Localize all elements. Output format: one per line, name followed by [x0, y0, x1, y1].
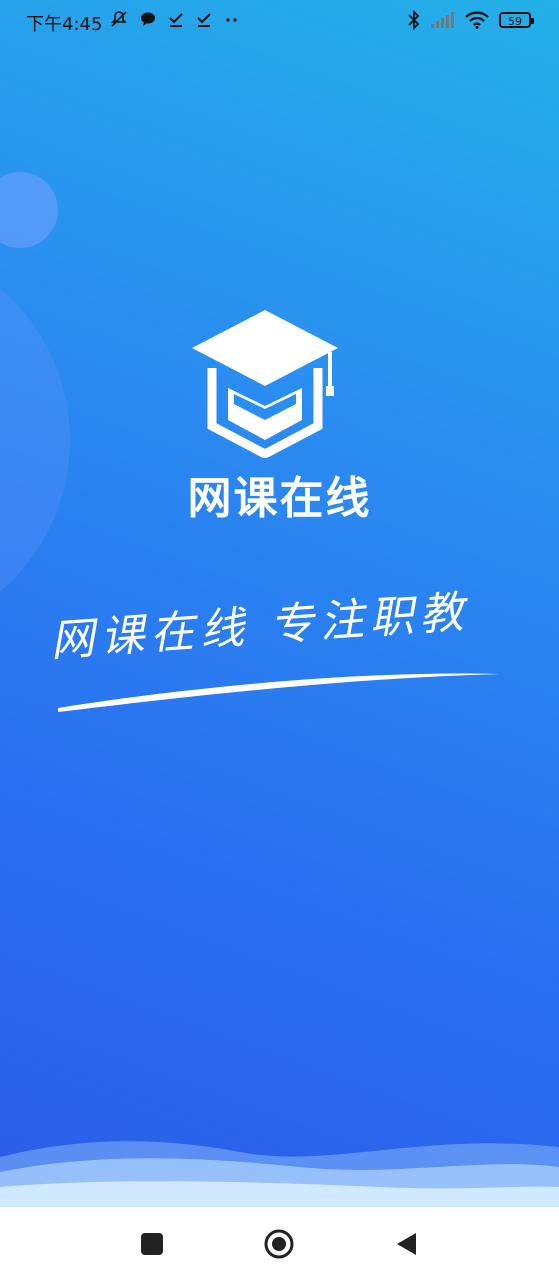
check-download-icon	[169, 13, 183, 27]
recents-button[interactable]	[137, 1229, 167, 1259]
bottom-waves	[0, 1141, 559, 1207]
notification-icons	[110, 10, 240, 28]
wifi-icon	[465, 11, 489, 29]
bluetooth-icon	[408, 10, 420, 30]
muted-bell-icon	[111, 11, 127, 27]
more-dots-icon	[226, 18, 237, 22]
check-download-icon-2	[197, 13, 211, 27]
signal-icon	[431, 12, 454, 28]
app-slogan: 网课在线 专注职教	[48, 586, 472, 667]
chat-bubble-icon	[141, 12, 155, 26]
background-circle-small	[0, 172, 58, 248]
app-title: 网课在线	[187, 473, 372, 524]
graduation-cap-icon	[192, 310, 338, 458]
slogan-underline	[58, 673, 500, 712]
home-button[interactable]	[264, 1229, 294, 1259]
home-circle-icon	[264, 1229, 294, 1259]
splash-screen: 下午4:45 59 网课在线 网课在线 专注职教	[0, 0, 559, 1207]
status-time: 下午4:45	[26, 14, 103, 35]
background-circle-large	[0, 240, 70, 640]
battery-indicator: 59	[499, 12, 534, 28]
status-bar: 下午4:45 59	[0, 0, 559, 42]
navigation-bar	[0, 1207, 559, 1280]
system-icons: 59	[407, 10, 534, 30]
back-triangle-icon	[397, 1233, 416, 1255]
recents-square-icon	[141, 1233, 163, 1255]
back-button[interactable]	[392, 1229, 422, 1259]
